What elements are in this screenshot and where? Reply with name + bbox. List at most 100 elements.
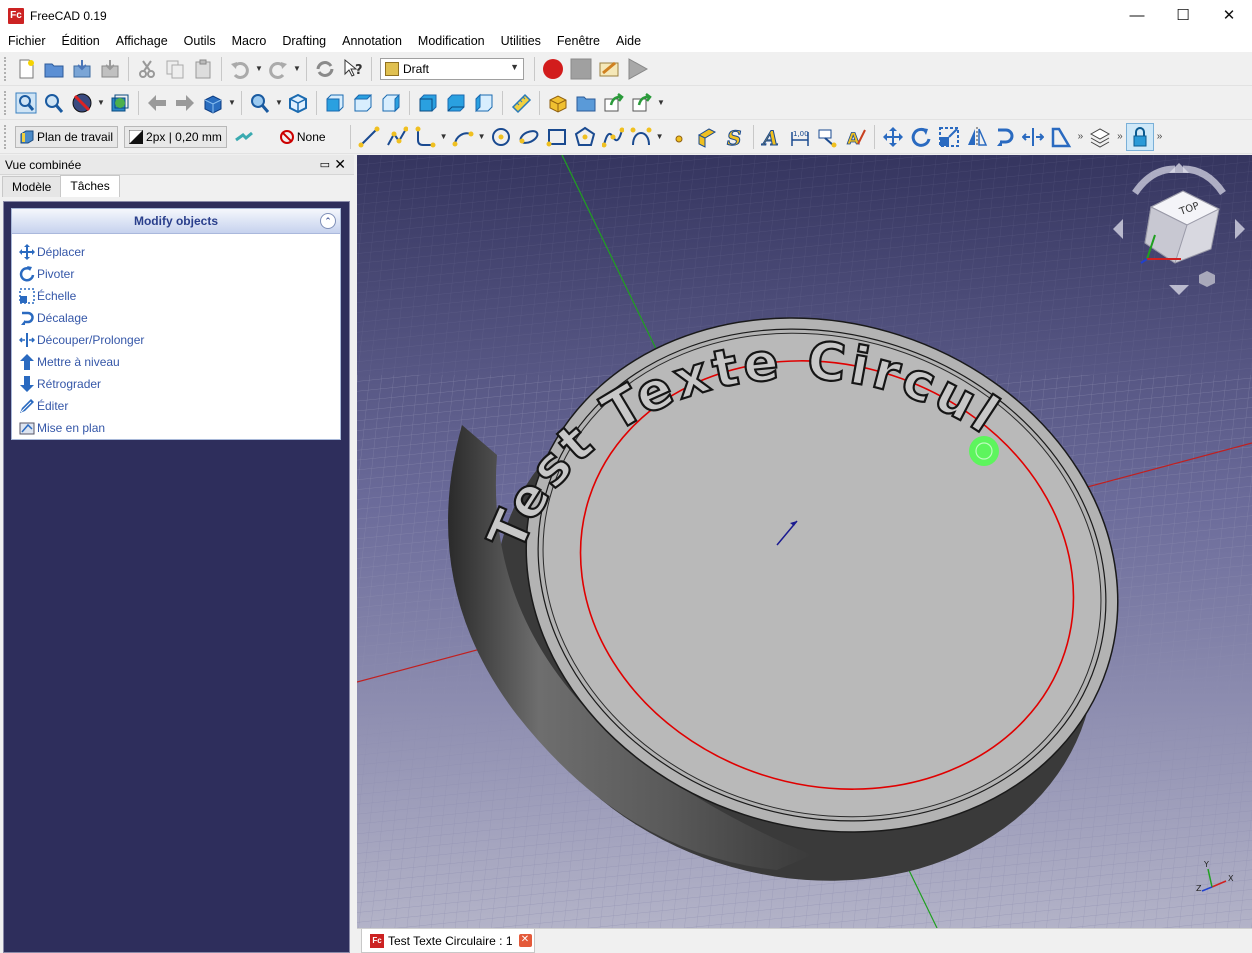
draft-stretch-button[interactable] [1047,123,1075,151]
menu-affichage[interactable]: Affichage [108,31,176,52]
draft-move-button[interactable] [879,123,907,151]
collapse-icon[interactable]: ⌃ [320,213,336,229]
whats-this-button[interactable]: ? [339,55,367,83]
new-document-button[interactable] [12,55,40,83]
std-views-dropdown[interactable]: ▼ [227,89,237,117]
menu-macro[interactable]: Macro [224,31,275,52]
toolbar-overflow-button[interactable]: » [1075,131,1087,142]
toolbar-grip[interactable] [4,124,8,149]
navcube-view-menu-icon[interactable] [1199,271,1215,287]
draft-ellipse-button[interactable] [515,123,543,151]
draft-dimension-button[interactable]: 1,00 [786,123,814,151]
view-bottom-button[interactable] [442,89,470,117]
undock-icon[interactable]: ▭ [320,158,330,171]
close-window-button[interactable]: ✕ [1206,0,1252,31]
view-top-button[interactable] [349,89,377,117]
redo-button[interactable] [264,55,292,83]
draw-style-dropdown[interactable]: ▼ [96,89,106,117]
task-offset[interactable]: Décalage [19,307,340,329]
minimize-button[interactable]: — [1114,0,1160,31]
cut-button[interactable] [133,55,161,83]
workbench-selector[interactable]: Draft ▼ [380,57,524,80]
document-tab[interactable]: Fc Test Texte Circulaire : 1 ✕ [361,929,535,953]
line-style-button[interactable]: 2px | 0,20 mm [124,125,227,148]
bounding-box-button[interactable] [106,89,134,117]
refresh-button[interactable] [311,55,339,83]
task-edit[interactable]: Éditer [19,395,340,417]
fit-selection-button[interactable] [40,89,68,117]
tab-modele[interactable]: Modèle [2,176,62,197]
menu-aide[interactable]: Aide [608,31,649,52]
navcube-rotate-right-icon[interactable] [1182,165,1226,196]
navigate-forward-button[interactable] [171,89,199,117]
undo-button[interactable] [226,55,254,83]
view-left-button[interactable] [470,89,498,117]
menu-annotation[interactable]: Annotation [334,31,410,52]
create-link-button[interactable] [600,89,628,117]
navcube-arrow-left-icon[interactable] [1113,219,1123,239]
link-actions-button[interactable] [628,89,656,117]
menu-edition[interactable]: Édition [54,31,108,52]
draft-arc-dropdown[interactable]: ▼ [477,123,487,151]
toolbar-overflow-button-2[interactable]: » [1114,131,1126,142]
snap-lock-button[interactable] [1125,122,1154,151]
redo-dropdown[interactable]: ▼ [292,55,302,83]
macro-stop-button[interactable] [567,55,595,83]
draft-fillet-dropdown[interactable]: ▼ [439,123,449,151]
draft-trimex-button[interactable] [1019,123,1047,151]
view-isometric-button[interactable] [284,89,312,117]
tab-taches[interactable]: Tâches [60,175,120,197]
modify-objects-header[interactable]: Modify objects ⌃ [12,209,340,234]
paste-button[interactable] [189,55,217,83]
selection-marker[interactable] [969,436,999,466]
3d-viewport[interactable]: Test Texte Circulaire X Y Z [357,155,1252,928]
draft-rectangle-button[interactable] [543,123,571,151]
draft-text-button[interactable]: A [758,123,786,151]
zoom-dropdown[interactable]: ▼ [274,89,284,117]
navcube-arrow-down-icon[interactable] [1169,285,1189,295]
menu-fenetre[interactable]: Fenêtre [549,31,608,52]
draft-fillet-button[interactable] [411,123,439,151]
draw-style-button[interactable] [68,89,96,117]
close-panel-icon[interactable]: ✕ [334,156,346,173]
std-views-button[interactable] [199,89,227,117]
layer-manager-button[interactable] [1086,123,1114,151]
menu-modification[interactable]: Modification [410,31,493,52]
navcube-rotate-left-icon[interactable] [1132,165,1176,196]
view-front-button[interactable] [321,89,349,117]
save-button[interactable] [68,55,96,83]
menu-drafting[interactable]: Drafting [274,31,334,52]
draft-scale-button[interactable] [935,123,963,151]
task-trimex[interactable]: Découper/Prolonger [19,329,340,351]
task-rotate[interactable]: Pivoter [19,263,340,285]
draft-mirror-button[interactable] [963,123,991,151]
draft-bspline-button[interactable] [599,123,627,151]
task-downgrade[interactable]: Rétrograder [19,373,340,395]
view-rear-button[interactable] [414,89,442,117]
close-document-icon[interactable]: ✕ [518,934,532,947]
navcube-arrow-right-icon[interactable] [1235,219,1245,239]
annotation-styles-button[interactable]: A [842,123,870,151]
construction-mode-button[interactable] [230,123,258,151]
draft-label-button[interactable] [814,123,842,151]
draft-offset-button[interactable] [991,123,1019,151]
toolbar-overflow-button-3[interactable]: » [1154,131,1166,142]
draft-rotate-button[interactable] [907,123,935,151]
view-right-button[interactable] [377,89,405,117]
create-group-button[interactable] [572,89,600,117]
menu-fichier[interactable]: Fichier [0,31,54,52]
menu-outils[interactable]: Outils [176,31,224,52]
draft-wire-button[interactable] [383,123,411,151]
autogroup-none-button[interactable]: None [276,126,330,148]
draft-facebinder-button[interactable] [693,123,721,151]
menu-utilities[interactable]: Utilities [493,31,549,52]
draft-shapestring-button[interactable]: S [721,123,749,151]
copy-button[interactable] [161,55,189,83]
save-as-button[interactable] [96,55,124,83]
draft-arc-button[interactable] [449,123,477,151]
working-plane-button[interactable]: Plan de travail [15,125,119,148]
draft-bezier-button[interactable] [627,123,655,151]
toolbar-grip[interactable] [4,56,8,81]
navigate-back-button[interactable] [143,89,171,117]
maximize-button[interactable]: ☐ [1160,0,1206,31]
